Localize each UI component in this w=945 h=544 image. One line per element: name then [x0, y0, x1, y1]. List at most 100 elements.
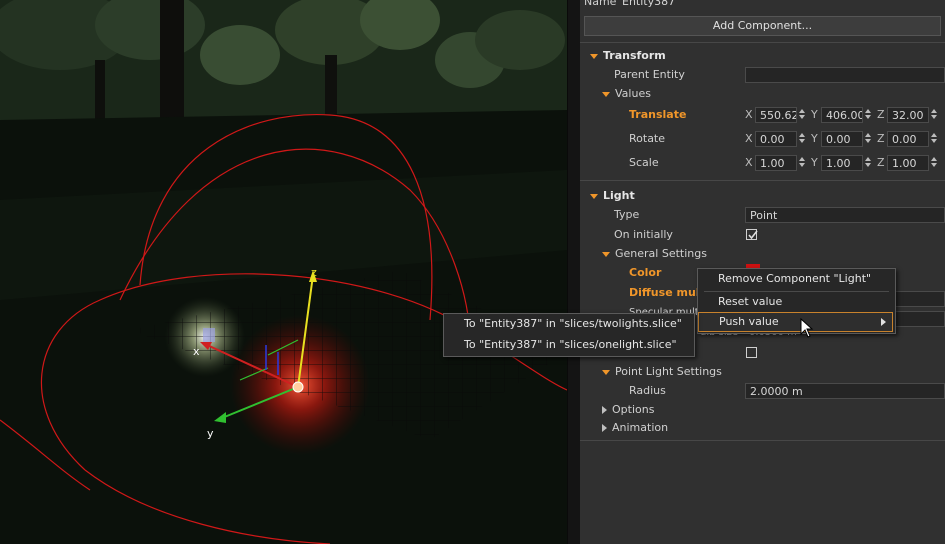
- scale-label: Scale: [629, 156, 659, 169]
- spin-up-icon[interactable]: [799, 133, 805, 137]
- light-icon: [203, 328, 215, 342]
- rotate-x-spinner[interactable]: [797, 131, 807, 147]
- rotate-label: Rotate: [629, 132, 666, 145]
- animation-label: Animation: [612, 421, 669, 434]
- type-select[interactable]: Point: [745, 207, 945, 223]
- spin-down-icon[interactable]: [865, 139, 871, 143]
- translate-y-spinner[interactable]: [863, 107, 873, 123]
- push-value-submenu: To "Entity387" in "slices/twolights.slic…: [443, 313, 695, 357]
- axis-x-label: X: [745, 156, 753, 169]
- expand-triangle-icon[interactable]: [602, 406, 607, 414]
- type-label: Type: [614, 208, 640, 221]
- divider: [580, 42, 945, 43]
- light-header[interactable]: Light: [590, 186, 635, 206]
- translate-z-spinner[interactable]: [929, 107, 939, 123]
- spin-up-icon[interactable]: [931, 133, 937, 137]
- gizmo-label-z: z: [311, 266, 317, 279]
- parent-entity-field[interactable]: [745, 67, 945, 83]
- spin-down-icon[interactable]: [931, 139, 937, 143]
- scale-z-spinner[interactable]: [929, 155, 939, 171]
- spin-up-icon[interactable]: [799, 157, 805, 161]
- rotate-z-spinner[interactable]: [929, 131, 939, 147]
- spin-down-icon[interactable]: [931, 115, 937, 119]
- entity-name-label: Name: [584, 0, 617, 8]
- viewport-3d[interactable]: z x y: [0, 0, 567, 544]
- collapse-triangle-icon[interactable]: [602, 369, 610, 375]
- translate-y-input[interactable]: 406.00: [821, 107, 863, 123]
- rotate-y-spinner[interactable]: [863, 131, 873, 147]
- scale-z-input[interactable]: 1.00: [887, 155, 929, 171]
- diffuse-mult-label: Diffuse mult: [629, 286, 705, 299]
- panel-splitter[interactable]: [567, 0, 581, 544]
- spin-up-icon[interactable]: [931, 109, 937, 113]
- push-value-menu-item[interactable]: Push value: [698, 312, 893, 332]
- axis-x-label: X: [745, 132, 753, 145]
- specular-mult-input[interactable]: [892, 311, 945, 327]
- spin-down-icon[interactable]: [865, 163, 871, 167]
- scale-y-spinner[interactable]: [863, 155, 873, 171]
- scale-x-spinner[interactable]: [797, 155, 807, 171]
- axis-y-label: Y: [811, 156, 818, 169]
- rotate-z-input[interactable]: 0.00: [887, 131, 929, 147]
- push-to-onelight-menu-item[interactable]: To "Entity387" in "slices/onelight.slice…: [444, 335, 692, 355]
- options-group[interactable]: Options: [602, 400, 654, 420]
- spin-up-icon[interactable]: [865, 157, 871, 161]
- axis-x-label: X: [745, 108, 753, 121]
- spin-down-icon[interactable]: [931, 163, 937, 167]
- checkmark-icon: [748, 230, 758, 240]
- radius-input[interactable]: 2.0000 m: [745, 383, 945, 399]
- submenu-arrow-icon: [881, 318, 886, 326]
- scene-canvas: [0, 0, 567, 544]
- spin-up-icon[interactable]: [865, 109, 871, 113]
- animation-group[interactable]: Animation: [602, 418, 668, 438]
- entity-name-field[interactable]: Entity387: [618, 0, 938, 10]
- radius-label: Radius: [629, 384, 666, 397]
- scale-x-input[interactable]: 1.00: [755, 155, 797, 171]
- add-component-button[interactable]: Add Component...: [584, 16, 941, 36]
- general-settings-group[interactable]: General Settings: [602, 244, 707, 264]
- axis-z-label: Z: [877, 132, 885, 145]
- spin-down-icon[interactable]: [799, 163, 805, 167]
- push-to-twolights-menu-item[interactable]: To "Entity387" in "slices/twolights.slic…: [444, 314, 692, 334]
- transform-header[interactable]: Transform: [590, 46, 666, 66]
- collapse-triangle-icon[interactable]: [590, 53, 598, 59]
- divider: [580, 440, 945, 441]
- axis-y-label: Y: [811, 108, 818, 121]
- scale-y-input[interactable]: 1.00: [821, 155, 863, 171]
- diffuse-mult-input[interactable]: [892, 291, 945, 307]
- rotate-y-input[interactable]: 0.00: [821, 131, 863, 147]
- spin-down-icon[interactable]: [865, 115, 871, 119]
- axis-y-label: Y: [811, 132, 818, 145]
- spin-down-icon[interactable]: [799, 139, 805, 143]
- setting-checkbox[interactable]: [746, 347, 757, 358]
- on-initially-checkbox[interactable]: [746, 229, 758, 240]
- mouse-cursor-icon: [800, 318, 814, 338]
- on-initially-label: On initially: [614, 228, 673, 241]
- values-label: Values: [615, 87, 651, 100]
- axis-z-label: Z: [877, 156, 885, 169]
- spin-up-icon[interactable]: [865, 133, 871, 137]
- translate-x-spinner[interactable]: [797, 107, 807, 123]
- gizmo-label-x: x: [193, 345, 200, 358]
- remove-component-menu-item[interactable]: Remove Component "Light": [698, 269, 893, 289]
- general-settings-label: General Settings: [615, 247, 707, 260]
- values-group[interactable]: Values: [602, 84, 651, 104]
- tree-trunk: [95, 60, 105, 120]
- point-light-settings-group[interactable]: Point Light Settings: [602, 362, 722, 382]
- spin-up-icon[interactable]: [799, 109, 805, 113]
- translate-x-input[interactable]: 550.62: [755, 107, 797, 123]
- push-value-label: Push value: [719, 315, 779, 328]
- collapse-triangle-icon[interactable]: [602, 91, 610, 97]
- rotate-x-input[interactable]: 0.00: [755, 131, 797, 147]
- collapse-triangle-icon[interactable]: [602, 251, 610, 257]
- expand-triangle-icon[interactable]: [602, 424, 607, 432]
- reset-value-menu-item[interactable]: Reset value: [698, 292, 893, 312]
- gizmo-center[interactable]: [292, 381, 304, 393]
- spin-up-icon[interactable]: [931, 157, 937, 161]
- parent-entity-label: Parent Entity: [614, 68, 685, 81]
- translate-label: Translate: [629, 108, 687, 121]
- collapse-triangle-icon[interactable]: [590, 193, 598, 199]
- translate-z-input[interactable]: 32.00: [887, 107, 929, 123]
- context-menu: Remove Component "Light" Reset value Pus…: [697, 268, 896, 334]
- spin-down-icon[interactable]: [799, 115, 805, 119]
